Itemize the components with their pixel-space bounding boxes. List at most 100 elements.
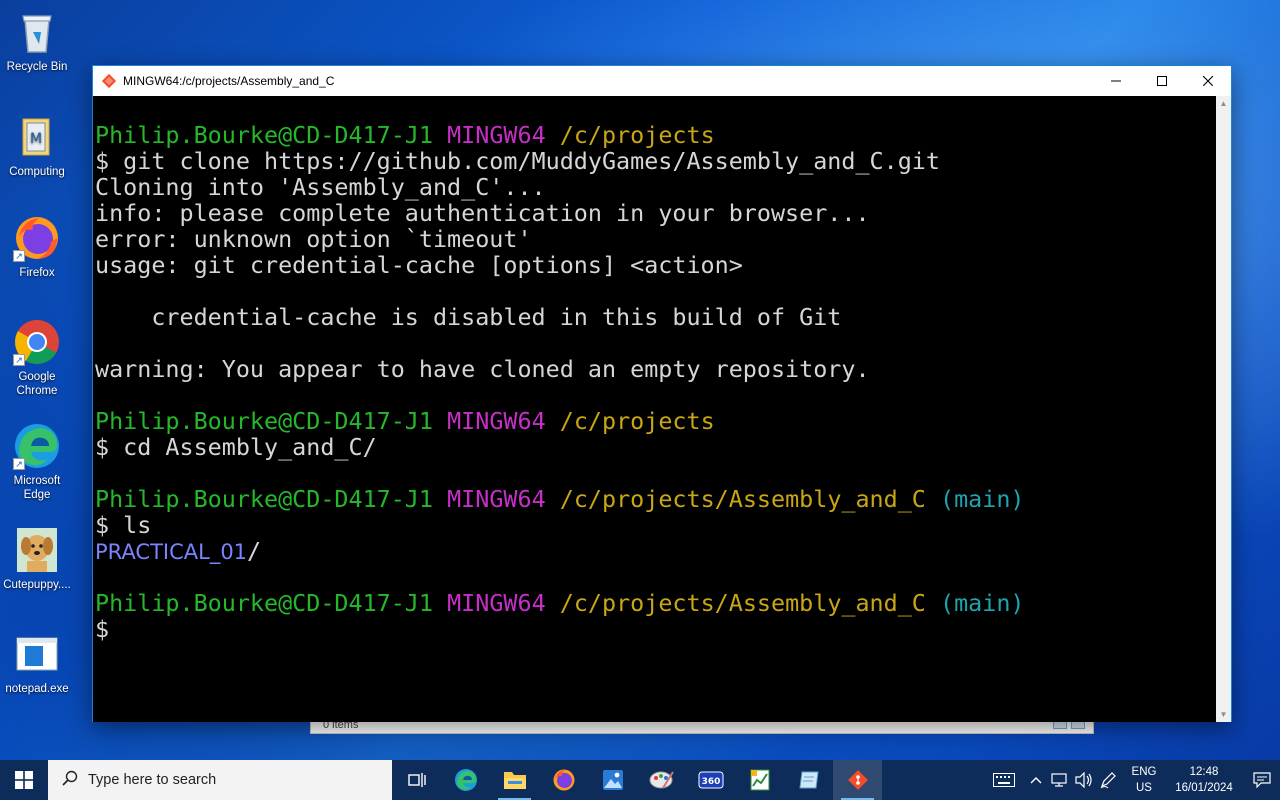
network-button[interactable]	[1048, 760, 1072, 800]
file-explorer-icon	[503, 772, 526, 789]
output-line: error: unknown option `timeout'	[95, 226, 1217, 252]
taskbar-notepad[interactable]	[784, 760, 833, 800]
desktop-icon-firefox[interactable]: ↗ Firefox	[2, 214, 72, 280]
output-text: credential-cache is disabled in this bui…	[95, 303, 842, 331]
output-text: $ ls	[95, 511, 152, 539]
taskbar-file-explorer[interactable]	[490, 760, 539, 800]
action-center-button[interactable]	[1244, 772, 1280, 788]
firefox-icon	[553, 769, 574, 791]
output-text: usage: git credential-cache [options] <a…	[95, 251, 743, 279]
network-icon	[1051, 773, 1067, 787]
prompt-system: MINGW64	[447, 589, 546, 617]
desktop-icon-label: Firefox	[19, 267, 55, 279]
search-icon	[62, 770, 78, 790]
output-text: Cloning into 'Assembly_and_C'...	[95, 173, 546, 201]
scroll-down-icon[interactable]: ▼	[1216, 707, 1231, 722]
maximize-button[interactable]	[1139, 66, 1185, 96]
360-icon: 360	[698, 771, 723, 789]
output-text: $	[95, 615, 110, 643]
edge-icon	[454, 769, 477, 791]
output-line: Cloning into 'Assembly_and_C'...	[95, 174, 1217, 200]
shortcut-arrow-icon: ↗	[13, 250, 25, 262]
input-language-button[interactable]: ENG US	[1124, 764, 1164, 796]
language-code: ENG	[1131, 766, 1157, 778]
output-text: $ git clone https://github.com/MuddyGame…	[95, 147, 940, 175]
output-line: credential-cache is disabled in this bui…	[95, 304, 1217, 330]
output-text: warning: You appear to have cloned an em…	[95, 355, 870, 383]
touch-keyboard-button[interactable]	[984, 760, 1024, 800]
pen-button[interactable]	[1096, 760, 1120, 800]
prompt-user: Philip.Bourke@CD-D417-J1	[95, 121, 433, 149]
close-button[interactable]	[1185, 66, 1231, 96]
output-line: info: please complete authentication in …	[95, 200, 1217, 226]
clock-date: 16/01/2024	[1175, 782, 1233, 794]
image-thumbnail-icon	[13, 526, 61, 574]
clock-button[interactable]: 12:48 16/01/2024	[1164, 764, 1244, 796]
scroll-up-icon[interactable]: ▲	[1216, 96, 1231, 111]
output-line: $ ls	[95, 512, 1217, 538]
photos-icon	[602, 770, 623, 790]
output-line: $	[95, 616, 1217, 642]
taskbar-chart-app[interactable]	[735, 760, 784, 800]
volume-button[interactable]	[1072, 760, 1096, 800]
prompt-line: Philip.Bourke@CD-D417-J1 MINGW64 /c/proj…	[95, 590, 1217, 616]
desktop-icon-computing[interactable]: M Computing	[2, 113, 72, 179]
desktop-icon-microsoft-edge[interactable]: ↗ Microsoft Edge	[2, 422, 72, 502]
vertical-scrollbar[interactable]: ▲ ▼	[1216, 96, 1231, 722]
prompt-path: /c/projects/Assembly_and_C	[559, 589, 926, 617]
show-hidden-icons-button[interactable]	[1024, 760, 1048, 800]
git-bash-app-icon	[101, 73, 117, 89]
edge-icon: ↗	[13, 422, 61, 470]
svg-text:360: 360	[701, 777, 720, 787]
taskbar-app-list: 360	[392, 760, 882, 800]
prompt-branch: (main)	[940, 589, 1025, 617]
desktop-icon-label: Computing	[9, 166, 65, 178]
chart-app-icon	[750, 769, 769, 791]
taskbar-photos[interactable]	[588, 760, 637, 800]
desktop-icon-label: Microsoft Edge	[13, 475, 61, 501]
prompt-path: /c/projects	[559, 407, 715, 435]
application-window-icon	[13, 630, 61, 678]
taskbar-edge[interactable]	[441, 760, 490, 800]
keyboard-icon	[993, 773, 1015, 787]
taskbar-search-box[interactable]: Type here to search	[48, 760, 392, 800]
desktop-icon-cutepuppy[interactable]: Cutepuppy....	[2, 526, 72, 592]
prompt-line: Philip.Bourke@CD-D417-J1 MINGW64 /c/proj…	[95, 122, 1217, 148]
task-view-button[interactable]	[392, 760, 441, 800]
task-view-icon	[407, 773, 426, 787]
prompt-system: MINGW64	[447, 485, 546, 513]
directory-entry: PRACTICAL_01	[95, 540, 248, 564]
maximize-icon	[1157, 76, 1167, 86]
system-tray: ENG US 12:48 16/01/2024	[984, 760, 1280, 800]
desktop-icon-google-chrome[interactable]: ↗ Google Chrome	[2, 318, 72, 398]
desktop-icon-label: notepad.exe	[5, 683, 69, 695]
taskbar-paint[interactable]	[637, 760, 686, 800]
clock-time: 12:48	[1189, 766, 1219, 778]
prompt-user: Philip.Bourke@CD-D417-J1	[95, 407, 433, 435]
taskbar-firefox[interactable]	[539, 760, 588, 800]
search-placeholder: Type here to search	[88, 772, 217, 788]
desktop-icon-recycle-bin[interactable]: Recycle Bin	[2, 8, 72, 74]
taskbar-360-app[interactable]: 360	[686, 760, 735, 800]
terminal-output[interactable]: Philip.Bourke@CD-D417-J1 MINGW64 /c/proj…	[93, 96, 1217, 722]
taskbar-git-bash[interactable]	[833, 760, 882, 800]
directory-suffix: /	[247, 537, 262, 565]
window-title: MINGW64:/c/projects/Assembly_and_C	[123, 74, 335, 88]
start-button[interactable]	[0, 760, 48, 800]
chrome-icon: ↗	[13, 318, 61, 366]
git-bash-window[interactable]: MINGW64:/c/projects/Assembly_and_C Phili…	[92, 65, 1232, 722]
firefox-icon: ↗	[13, 214, 61, 262]
output-line: usage: git credential-cache [options] <a…	[95, 252, 1217, 278]
paint-icon	[649, 771, 674, 789]
prompt-system: MINGW64	[447, 407, 546, 435]
desktop-icon-label: Google Chrome	[16, 371, 58, 397]
minimize-button[interactable]	[1093, 66, 1139, 96]
window-titlebar[interactable]: MINGW64:/c/projects/Assembly_and_C	[93, 66, 1231, 96]
prompt-user: Philip.Bourke@CD-D417-J1	[95, 485, 433, 513]
pen-icon	[1100, 772, 1116, 789]
desktop-icon-notepad[interactable]: notepad.exe	[2, 630, 72, 696]
shortcut-arrow-icon: ↗	[13, 458, 25, 470]
